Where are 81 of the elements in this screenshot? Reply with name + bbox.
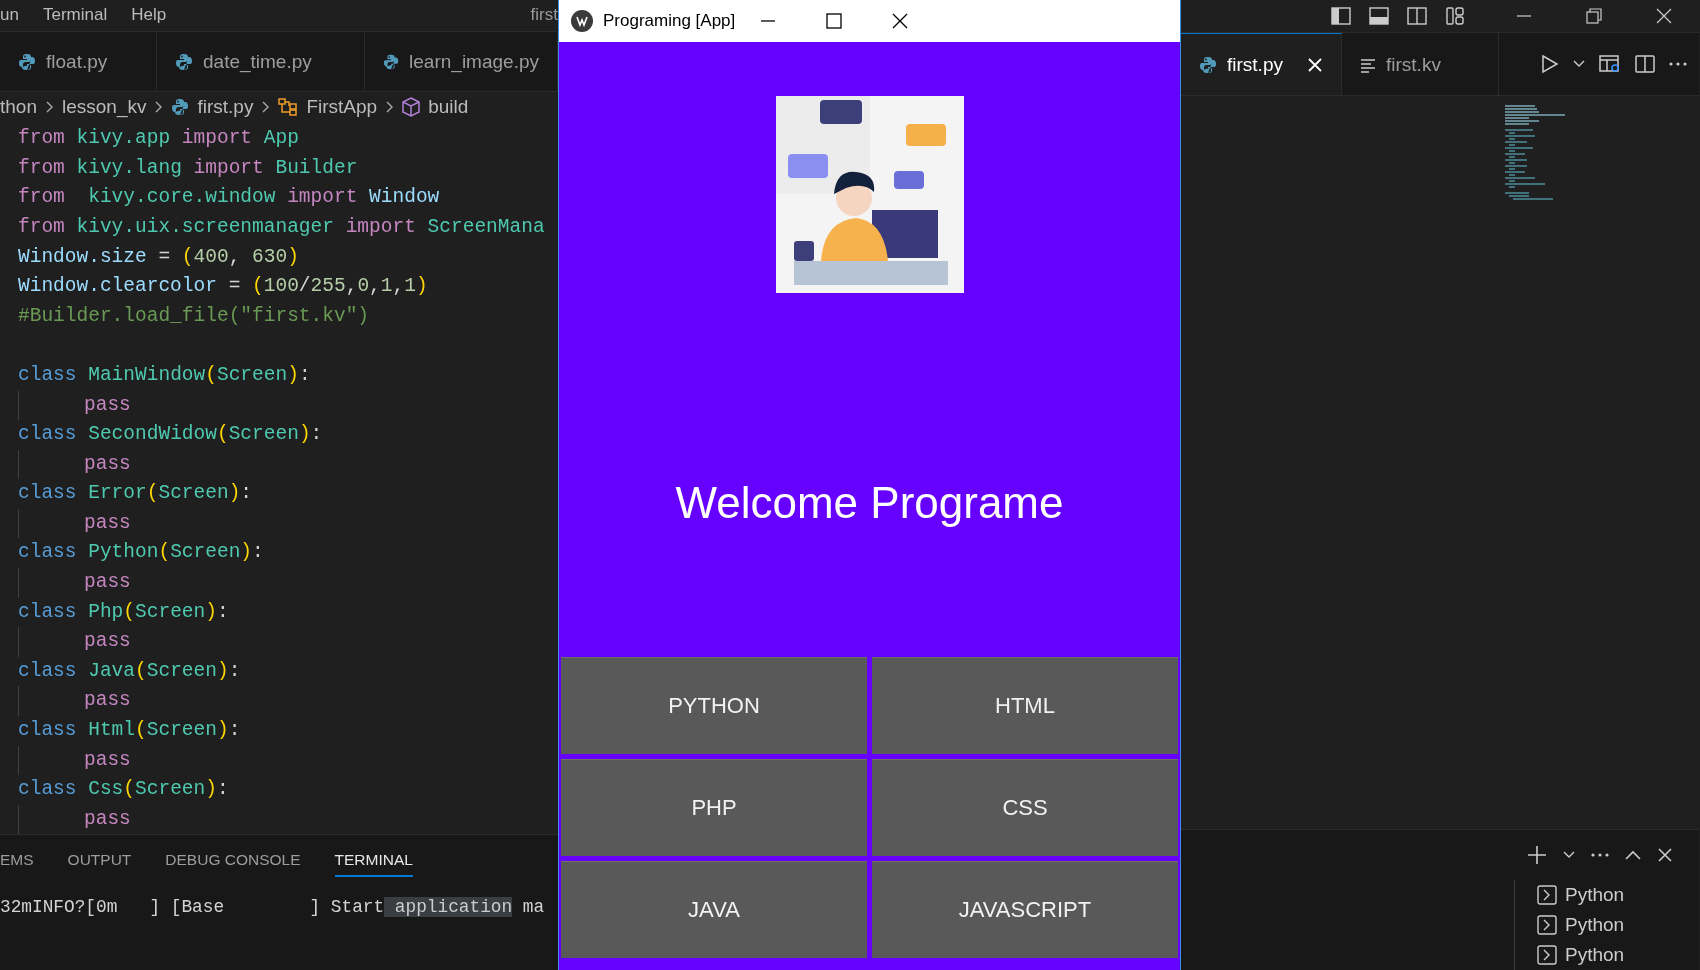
menu-item[interactable]: Terminal <box>42 5 108 26</box>
python-icon <box>171 97 190 116</box>
code-line: from kivy.app import App <box>18 126 299 152</box>
maximize-icon[interactable] <box>826 13 843 29</box>
code-line: #Builder.load_file("first.kv") <box>18 303 370 329</box>
run-icon[interactable] <box>1541 54 1559 74</box>
code-line: Window.size = (400, 630) <box>18 244 299 270</box>
panel-tab[interactable]: DEBUG CONSOLE <box>165 843 301 878</box>
chevron-down-icon[interactable] <box>1563 851 1575 859</box>
code-line: class Python(Screen): <box>18 540 264 566</box>
welcome-heading: Welcome Programe <box>675 478 1064 528</box>
chevron-up-icon[interactable] <box>1625 850 1641 860</box>
window-title: first <box>530 5 558 26</box>
split-layout-icon[interactable] <box>1407 6 1427 26</box>
chevron-icon <box>385 99 395 114</box>
code-line: class Java(Screen): <box>18 658 241 684</box>
sidebar-toggle-icon[interactable] <box>1331 6 1351 26</box>
app-logo-icon <box>571 10 593 32</box>
language-button[interactable]: PYTHON <box>561 657 867 754</box>
language-button[interactable]: JAVA <box>561 861 867 958</box>
more-icon[interactable] <box>1669 62 1687 66</box>
breadcrumb-item[interactable]: FirstApp <box>306 95 378 118</box>
code-line: class Css(Screen): <box>18 777 229 803</box>
code-line: pass <box>18 686 131 717</box>
menu-item[interactable]: Help <box>131 5 167 26</box>
chevron-icon <box>261 99 271 114</box>
terminal-icon <box>1537 945 1557 965</box>
editor-tab[interactable]: first.py <box>1181 33 1342 95</box>
terminal-icon <box>1537 885 1557 905</box>
language-button[interactable]: HTML <box>872 657 1178 754</box>
cube-icon <box>402 96 421 117</box>
code-line: from kivy.core.window import Window <box>18 185 440 211</box>
close-icon[interactable] <box>1654 6 1674 26</box>
add-icon[interactable] <box>1527 845 1547 865</box>
window-title: Programing [App] <box>603 11 736 31</box>
preview-icon[interactable] <box>1599 54 1621 74</box>
language-button[interactable]: JAVASCRIPT <box>872 861 1178 958</box>
panel-tab[interactable]: OUTPUT <box>67 843 132 878</box>
code-line: from kivy.lang import Builder <box>18 155 358 181</box>
class-icon <box>278 97 299 116</box>
close-icon[interactable] <box>892 13 909 29</box>
code-line: pass <box>18 449 131 480</box>
breadcrumb-item[interactable]: lesson_kv <box>62 95 147 118</box>
layout-grid-icon[interactable] <box>1445 6 1465 26</box>
code-line: pass <box>18 568 131 598</box>
python-icon <box>175 53 193 72</box>
breadcrumb-item[interactable]: build <box>428 95 469 118</box>
code-line: pass <box>18 627 131 657</box>
code-line: pass <box>18 390 131 421</box>
code-line: class MainWindow(Screen): <box>18 362 311 388</box>
menu-item[interactable]: un <box>0 5 19 26</box>
code-line: class Html(Screen): <box>18 718 241 744</box>
panel-tab[interactable]: EMS <box>0 843 34 878</box>
terminal-item[interactable]: Python <box>1537 880 1699 910</box>
chevron-icon <box>45 99 54 114</box>
split-editor-icon[interactable] <box>1635 54 1655 74</box>
code-line: class SecondWidow(Screen): <box>18 422 323 448</box>
terminal-line: 32mINFO?[0m ] [Base ] Start application ma <box>0 897 545 918</box>
chevron-down-icon[interactable] <box>1573 60 1585 68</box>
more-icon[interactable] <box>1591 853 1609 857</box>
python-icon <box>1199 55 1217 74</box>
chevron-icon <box>154 99 164 114</box>
code-line: from kivy.uix.screenmanager import ScreenMana <box>18 214 545 240</box>
lines-icon <box>1360 56 1376 73</box>
code-line: class Php(Screen): <box>18 599 229 625</box>
code-line: Window.clearcolor = (100/255,0,1,1) <box>18 274 428 300</box>
python-icon <box>18 53 36 72</box>
panel-tab[interactable]: TERMINAL <box>334 843 413 878</box>
terminal-item[interactable]: Python <box>1537 940 1699 970</box>
code-line: pass <box>18 745 131 776</box>
terminal-item[interactable]: Python <box>1537 910 1699 940</box>
python-icon <box>383 53 400 72</box>
restore-icon[interactable] <box>1584 6 1604 26</box>
terminal-icon <box>1537 915 1557 935</box>
code-line: pass <box>18 508 131 539</box>
code-line: class Error(Screen): <box>18 481 253 507</box>
language-button[interactable]: CSS <box>872 759 1178 856</box>
language-button[interactable]: PHP <box>561 759 867 856</box>
breadcrumb-item[interactable]: first.py <box>197 95 254 118</box>
breadcrumb-item[interactable]: thon <box>0 95 37 118</box>
panel-toggle-icon[interactable] <box>1369 6 1389 26</box>
